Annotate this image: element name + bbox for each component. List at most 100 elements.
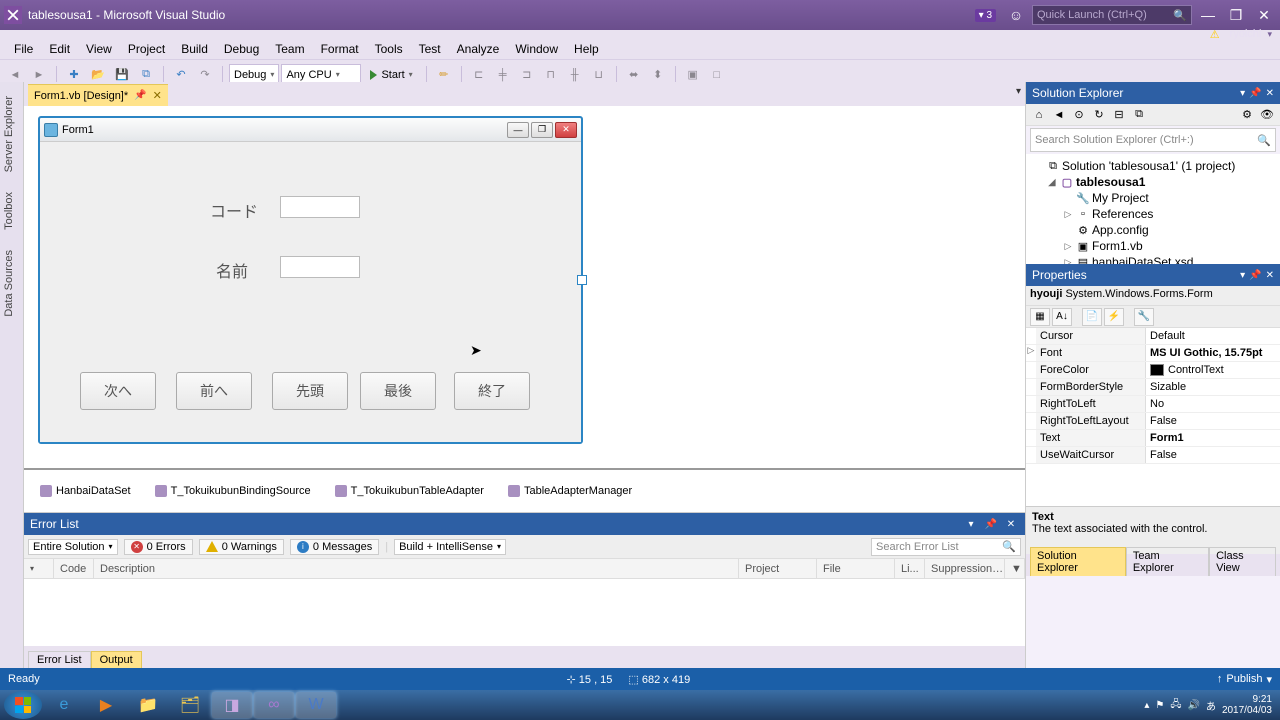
vtab-server-explorer[interactable]: Server Explorer xyxy=(0,86,23,182)
vtab-toolbox[interactable]: Toolbox xyxy=(0,182,23,240)
restore-button[interactable]: ❐ xyxy=(1224,5,1248,25)
tab-overflow-icon[interactable]: ▾ xyxy=(1016,86,1021,97)
panel-dropdown-icon[interactable]: ▾ xyxy=(1240,88,1245,99)
properties-icon[interactable]: ⚙ xyxy=(1238,106,1256,124)
tree-solution[interactable]: ⧉Solution 'tablesousa1' (1 project) xyxy=(1028,158,1278,174)
publish-button[interactable]: ↑ Publish ▾ xyxy=(1217,673,1272,686)
menu-build[interactable]: Build xyxy=(173,40,216,58)
col-filter-icon[interactable]: ▼ xyxy=(1005,559,1025,578)
prop-row-forecolor[interactable]: ForeColorControlText xyxy=(1026,362,1280,379)
start-button-win[interactable] xyxy=(4,691,42,719)
button-exit[interactable]: 終了 xyxy=(454,372,530,410)
events-icon[interactable]: ⚡ xyxy=(1104,308,1124,326)
document-tab-form1[interactable]: Form1.vb [Design]* 📌 ✕ xyxy=(28,84,168,106)
menu-analyze[interactable]: Analyze xyxy=(449,40,508,58)
tab-error-list[interactable]: Error List xyxy=(28,651,91,668)
menu-help[interactable]: Help xyxy=(566,40,607,58)
menu-debug[interactable]: Debug xyxy=(216,40,267,58)
build-filter-dropdown[interactable]: Build + IntelliSense▾ xyxy=(394,539,506,555)
component-bindingsource[interactable]: T_TokuikubunBindingSource xyxy=(155,485,311,497)
form-close-button[interactable]: ✕ xyxy=(555,122,577,138)
prop-row-cursor[interactable]: CursorDefault xyxy=(1026,328,1280,345)
menu-team[interactable]: Team xyxy=(267,40,312,58)
form-minimize-button[interactable]: — xyxy=(507,122,529,138)
warnings-filter[interactable]: 0 Warnings xyxy=(199,539,284,555)
tree-hanbaidataset-xsd[interactable]: ▷▤hanbaiDataSet.xsd xyxy=(1028,254,1278,264)
tray-ime-icon[interactable]: あ xyxy=(1206,698,1216,713)
close-tab-icon[interactable]: ✕ xyxy=(153,89,162,102)
solution-search-input[interactable]: Search Solution Explorer (Ctrl+:)🔍 xyxy=(1030,128,1276,152)
back-icon[interactable]: ◄ xyxy=(1050,106,1068,124)
col-suppression[interactable]: Suppression… xyxy=(925,559,1005,578)
tree-app-config[interactable]: ⚙App.config xyxy=(1028,222,1278,238)
prop-row-righttoleft[interactable]: RightToLeftNo xyxy=(1026,396,1280,413)
prop-row-usewaitcursor[interactable]: UseWaitCursorFalse xyxy=(1026,447,1280,464)
pin-icon[interactable]: 📌 xyxy=(134,90,146,101)
clock[interactable]: 9:212017/04/03 xyxy=(1222,694,1272,716)
taskbar-vs-icon[interactable]: ∞ xyxy=(254,692,294,718)
button-prev[interactable]: 前へ xyxy=(176,372,252,410)
quick-launch-input[interactable]: Quick Launch (Ctrl+Q) 🔍 xyxy=(1032,5,1192,25)
minimize-button[interactable]: — xyxy=(1196,5,1220,25)
menu-tools[interactable]: Tools xyxy=(367,40,411,58)
taskbar-vs-blend-icon[interactable]: ◨ xyxy=(212,692,252,718)
component-tableadapter[interactable]: T_TokuikubunTableAdapter xyxy=(335,485,484,497)
component-hanbaidataset[interactable]: HanbaiDataSet xyxy=(40,485,131,497)
panel-pin-icon[interactable]: 📌 xyxy=(983,516,999,532)
alphabetical-icon[interactable]: A↓ xyxy=(1052,308,1072,326)
tray-volume-icon[interactable]: 🔊 xyxy=(1187,700,1199,711)
col-project[interactable]: Project xyxy=(739,559,817,578)
component-tableadaptermanager[interactable]: TableAdapterManager xyxy=(508,485,632,497)
button-first[interactable]: 先頭 xyxy=(272,372,348,410)
panel-pin-icon[interactable]: 📌 xyxy=(1249,270,1261,281)
vtab-data-sources[interactable]: Data Sources xyxy=(0,240,23,327)
menu-view[interactable]: View xyxy=(78,40,120,58)
notifications-badge[interactable]: ▾ 3 xyxy=(975,9,996,22)
categorized-icon[interactable]: ▦ xyxy=(1030,308,1050,326)
property-pages-icon[interactable]: 🔧 xyxy=(1134,308,1154,326)
taskbar-media-icon[interactable]: ▶ xyxy=(86,692,126,718)
prop-row-text[interactable]: TextForm1 xyxy=(1026,430,1280,447)
prop-row-righttoleftlayout[interactable]: RightToLeftLayoutFalse xyxy=(1026,413,1280,430)
refresh-icon[interactable]: ↻ xyxy=(1090,106,1108,124)
panel-dropdown-icon[interactable]: ▾ xyxy=(1240,270,1245,281)
panel-close-icon[interactable]: ✕ xyxy=(1266,270,1274,281)
col-code[interactable]: Code xyxy=(54,559,94,578)
start-button[interactable]: Start▾ xyxy=(363,66,419,84)
col-icon[interactable]: ▾ xyxy=(24,559,54,578)
scope-icon[interactable]: ⊙ xyxy=(1070,106,1088,124)
col-file[interactable]: File xyxy=(817,559,895,578)
tab-team-explorer[interactable]: Team Explorer xyxy=(1126,547,1209,576)
close-button[interactable]: ✕ xyxy=(1252,5,1276,25)
panel-close-icon[interactable]: ✕ xyxy=(1003,516,1019,532)
col-line[interactable]: Li... xyxy=(895,559,925,578)
panel-pin-icon[interactable]: 📌 xyxy=(1249,88,1261,99)
tray-up-icon[interactable]: ▴ xyxy=(1144,700,1149,711)
properties-object-selector[interactable]: hyouji System.Windows.Forms.Form xyxy=(1026,286,1280,306)
tree-references[interactable]: ▷▫References xyxy=(1028,206,1278,222)
button-next[interactable]: 次へ xyxy=(80,372,156,410)
tab-output[interactable]: Output xyxy=(91,651,142,668)
menu-project[interactable]: Project xyxy=(120,40,173,58)
error-search-input[interactable]: Search Error List🔍 xyxy=(871,538,1021,556)
preview-icon[interactable]: 👁 xyxy=(1258,106,1276,124)
home-icon[interactable]: ⌂ xyxy=(1030,106,1048,124)
menu-edit[interactable]: Edit xyxy=(41,40,78,58)
tree-form1-vb[interactable]: ▷▣Form1.vb xyxy=(1028,238,1278,254)
form-maximize-button[interactable]: ❐ xyxy=(531,122,553,138)
show-all-icon[interactable]: ⧉ xyxy=(1130,106,1148,124)
menu-format[interactable]: Format xyxy=(313,40,367,58)
tree-my-project[interactable]: 🔧My Project xyxy=(1028,190,1278,206)
taskbar-folder-icon[interactable]: 📁 xyxy=(128,692,168,718)
errors-filter[interactable]: ✕0 Errors xyxy=(124,539,193,555)
taskbar-word-icon[interactable]: W xyxy=(296,692,336,718)
textbox-code[interactable] xyxy=(280,196,360,218)
taskbar-explorer-icon[interactable]: 🗂 xyxy=(170,692,210,718)
label-code[interactable]: コード xyxy=(210,198,258,222)
user-dropdown-icon[interactable]: ▾ xyxy=(1267,29,1272,40)
label-name[interactable]: 名前 xyxy=(216,258,248,282)
messages-filter[interactable]: i0 Messages xyxy=(290,539,379,555)
col-description[interactable]: Description xyxy=(94,559,739,578)
feedback-icon[interactable]: ☺ xyxy=(1004,5,1028,25)
solution-tree[interactable]: ⧉Solution 'tablesousa1' (1 project) ◢▢ta… xyxy=(1026,154,1280,264)
